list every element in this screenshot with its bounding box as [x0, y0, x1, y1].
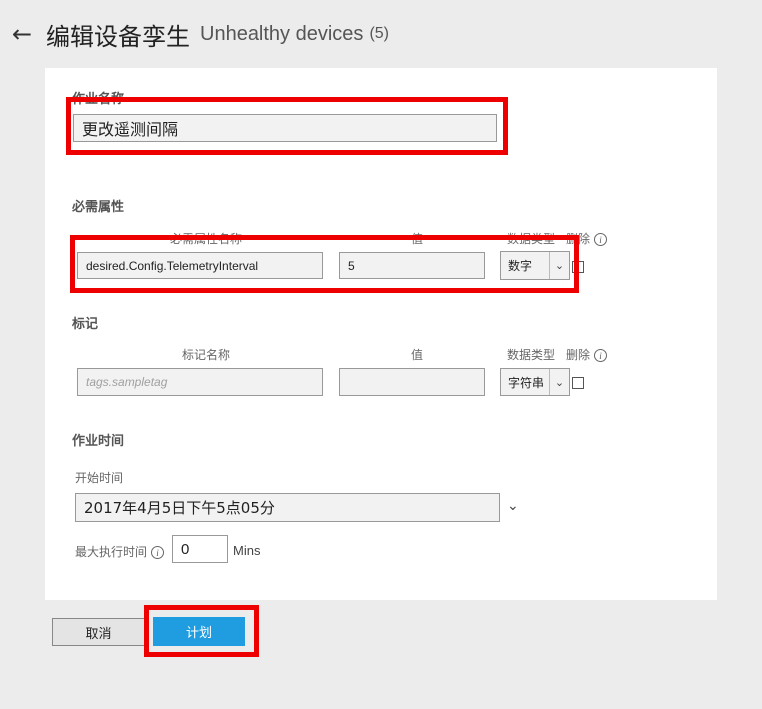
start-time-label: 开始时间 [75, 471, 124, 485]
tag-type-header: 数据类型 [507, 348, 556, 362]
max-exec-time-text: 最大执行时间 [75, 545, 148, 559]
type-select-value: 数字 [508, 259, 533, 273]
required-property-value-header: 值 [411, 232, 424, 246]
job-name-input[interactable]: 更改遥测间隔 [73, 114, 497, 142]
required-property-delete-header: 删除 i [566, 230, 608, 247]
delete-header-label: 删除 [566, 348, 591, 362]
cancel-button[interactable]: 取消 [52, 618, 145, 646]
tag-type-select[interactable]: 字符串 ⌄ [500, 368, 570, 396]
info-icon[interactable]: i [594, 233, 608, 246]
info-icon[interactable]: i [594, 349, 608, 362]
delete-header-label: 删除 [566, 232, 591, 246]
required-property-value-input[interactable]: 5 [339, 252, 485, 279]
type-select-value: 字符串 [508, 375, 545, 390]
page-title: 编辑设备孪生 [46, 22, 190, 51]
tag-value-header: 值 [411, 348, 424, 362]
required-property-name-input[interactable]: desired.Config.TelemetryInterval [77, 252, 323, 279]
chevron-down-icon: ⌄ [549, 369, 569, 395]
tag-delete-header: 删除 i [566, 346, 608, 363]
required-property-name-header: 必需属性名称 [170, 232, 243, 246]
job-time-label: 作业时间 [72, 434, 125, 449]
required-property-delete-checkbox[interactable] [572, 261, 584, 273]
required-property-type-header: 数据类型 [507, 232, 556, 246]
chevron-down-icon[interactable]: ⌄ [507, 498, 519, 514]
chevron-down-icon: ⌄ [549, 252, 569, 279]
page-subtitle: Unhealthy devices [200, 22, 364, 45]
tag-name-header: 标记名称 [182, 348, 231, 362]
info-icon[interactable]: i [151, 546, 165, 559]
tag-name-input[interactable]: tags.sampletag [77, 368, 323, 396]
max-exec-time-input[interactable]: 0 [172, 535, 228, 563]
job-name-label: 作业名称 [72, 92, 125, 107]
job-form-panel: 作业名称 更改遥测间隔 必需属性 必需属性名称 值 数据类型 删除 i desir… [45, 68, 717, 600]
max-exec-time-label: 最大执行时间 i [75, 543, 165, 560]
max-exec-time-unit: Mins [233, 543, 261, 558]
device-count: (5) [369, 25, 389, 42]
required-property-type-select[interactable]: 数字 ⌄ [500, 251, 570, 280]
arrow-left-icon[interactable]: ← [12, 22, 42, 46]
page-header: ← 编辑设备孪生 Unhealthy devices (5) [12, 16, 389, 52]
start-time-input[interactable]: 2017年4月5日下午5点05分 [75, 493, 500, 522]
tags-label: 标记 [72, 317, 99, 332]
schedule-button[interactable]: 计划 [153, 617, 245, 646]
tag-delete-checkbox[interactable] [572, 377, 584, 389]
tag-value-input[interactable] [339, 368, 485, 396]
required-properties-label: 必需属性 [72, 200, 125, 215]
